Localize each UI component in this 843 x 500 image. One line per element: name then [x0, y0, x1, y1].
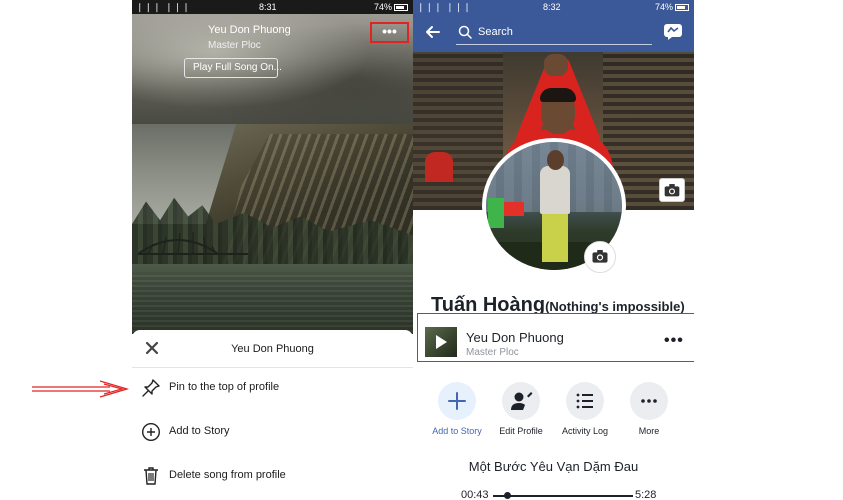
song-options-sheet: Yeu Don Phuong Pin to the top of profile… — [132, 330, 413, 500]
sheet-header: Yeu Don Phuong — [132, 330, 413, 368]
search-input[interactable]: Search — [456, 21, 652, 45]
cover-song-artist: Master Ploc — [208, 40, 261, 51]
pin-icon — [142, 379, 160, 397]
activity-log-button[interactable]: Activity Log — [552, 380, 618, 440]
battery-icon — [675, 4, 690, 12]
more-button[interactable]: More — [616, 380, 682, 440]
edit-profile-icon — [511, 392, 533, 410]
action-label: Activity Log — [561, 426, 609, 436]
battery-indicator: 74% — [374, 2, 409, 12]
camera-icon — [592, 249, 608, 263]
progress-knob[interactable] — [504, 492, 511, 499]
option-label: Add to Story — [169, 425, 230, 437]
add-circle-icon — [141, 422, 161, 442]
play-icon — [436, 335, 447, 349]
current-time: 00:43 — [461, 489, 489, 500]
play-full-song-button[interactable]: Play Full Song On... — [184, 58, 282, 78]
signal-indicator: ❘❘❘ ❘❘❘ — [136, 2, 191, 12]
pointer-arrow-icon — [32, 380, 130, 398]
delete-song-option[interactable]: Delete song from profile — [132, 454, 413, 498]
add-to-story-option[interactable]: Add to Story — [132, 410, 413, 454]
status-time: 8:31 — [259, 2, 277, 12]
status-bar: ❘❘❘ ❘❘❘ 8:32 74% — [413, 0, 694, 14]
more-options-button[interactable]: ••• — [370, 22, 409, 43]
action-label: Edit Profile — [499, 426, 543, 436]
battery-icon — [394, 4, 409, 12]
status-bar: ❘❘❘ ❘❘❘ 8:31 74% — [132, 0, 413, 14]
status-time: 8:32 — [543, 2, 561, 12]
back-arrow-icon[interactable] — [425, 24, 441, 40]
search-icon — [458, 25, 472, 39]
search-placeholder: Search — [478, 26, 513, 38]
pin-to-profile-option[interactable]: Pin to the top of profile — [132, 366, 413, 410]
action-label: More — [638, 426, 660, 436]
profile-music-card[interactable]: Yeu Don Phuong Master Ploc ••• — [417, 313, 694, 362]
plus-icon — [448, 392, 466, 410]
edit-cover-button[interactable] — [659, 178, 685, 202]
option-label: Pin to the top of profile — [169, 381, 280, 393]
edit-profile-picture-button[interactable] — [584, 241, 616, 273]
camera-icon — [664, 184, 680, 197]
signal-indicator: ❘❘❘ ❘❘❘ — [417, 2, 472, 12]
profile-nickname: (Nothing's impossible) — [545, 299, 685, 314]
option-label: Delete song from profile — [169, 469, 286, 481]
music-title: Yeu Don Phuong — [466, 330, 564, 345]
progress-track[interactable] — [493, 495, 633, 497]
now-playing-title: Một Bước Yêu Vạn Dặm Đau — [468, 459, 639, 474]
song-thumbnail[interactable] — [425, 327, 457, 357]
add-to-story-button[interactable]: Add to Story — [424, 380, 490, 440]
profile-actions: Add to Story Edit Profile Activity Log M… — [413, 380, 694, 440]
battery-indicator: 74% — [655, 2, 690, 12]
messenger-icon[interactable] — [663, 23, 683, 41]
music-more-button[interactable]: ••• — [664, 332, 684, 350]
music-artist: Master Ploc — [466, 347, 519, 358]
playback-progress: 00:43 5:28 — [461, 488, 671, 500]
top-navbar: Search — [413, 14, 694, 52]
right-phone-screen: ❘❘❘ ❘❘❘ 8:32 74% Search Tuấn Hoàng(Nothi… — [413, 0, 694, 500]
cover-song-title: Yeu Don Phuong — [208, 24, 291, 36]
edit-profile-button[interactable]: Edit Profile — [488, 380, 554, 440]
total-time: 5:28 — [635, 489, 657, 500]
action-label: Add to Story — [432, 426, 482, 436]
list-icon — [576, 393, 593, 409]
left-phone-screen: ❘❘❘ ❘❘❘ 8:31 74% Yeu Don Phuong Master P… — [132, 0, 413, 500]
song-artwork-image — [132, 124, 413, 334]
trash-icon — [144, 467, 158, 485]
bridge-illustration — [138, 232, 248, 255]
more-icon — [641, 399, 657, 403]
sheet-title: Yeu Don Phuong — [231, 343, 314, 355]
